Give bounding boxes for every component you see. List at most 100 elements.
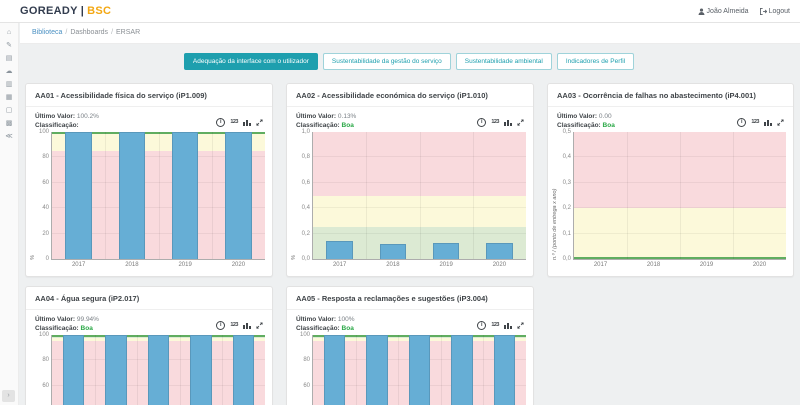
indicator-chart: 0,0 0,2 0,4 0,6 0,8 1,0 2017 2018 2019 2020% xyxy=(291,129,528,272)
values-icon[interactable]: 123 xyxy=(230,118,238,126)
classification-label: Classificação: xyxy=(35,325,79,332)
card-values: Último Valor: 0.00 Classificação: Boa xyxy=(557,112,615,130)
values-icon[interactable]: 123 xyxy=(230,321,238,329)
header-right: João Almeida Logout xyxy=(698,0,790,22)
tab-adequacao-interface[interactable]: Adequação da interface com o utilizador xyxy=(183,53,318,70)
classification-label: Classificação: xyxy=(296,325,340,332)
expand-icon[interactable] xyxy=(517,316,524,334)
values-icon[interactable]: 123 xyxy=(491,321,499,329)
breadcrumb: Biblioteca / Dashboards / ERSAR xyxy=(20,22,800,44)
tab-sustentabilidade-ambiental[interactable]: Sustentabilidade ambiental xyxy=(455,53,552,70)
card-meta: Último Valor: 0.13% Classificação: Boa i… xyxy=(287,107,533,131)
share-icon[interactable]: ≪ xyxy=(5,133,12,141)
card-values: Último Valor: 0.13% Classificação: Boa xyxy=(296,112,356,130)
home-icon[interactable]: ⌂ xyxy=(7,29,11,37)
breadcrumb-item-dashboards: Dashboards xyxy=(70,29,109,36)
mini-chart-icon[interactable] xyxy=(504,316,512,334)
logo-separator: | xyxy=(80,5,85,17)
indicator-card-aa01: AA01 - Acessibilidade física do serviço … xyxy=(25,83,273,277)
card-toolbar: i 123 xyxy=(477,112,524,131)
logout-button[interactable]: Logout xyxy=(759,7,790,15)
card-values: Último Valor: 100.2% Classificação: xyxy=(35,112,99,130)
grid-icon[interactable]: ▩ xyxy=(6,120,13,128)
classification-label: Classificação: xyxy=(557,122,601,129)
last-value-label: Último Valor: xyxy=(557,113,598,120)
app-logo: GOREADY | BSC xyxy=(20,0,111,22)
mini-chart-icon[interactable] xyxy=(764,113,772,131)
logout-icon xyxy=(759,7,767,15)
tab-indicadores-perfil[interactable]: Indicadores de Perfil xyxy=(556,53,635,70)
expand-icon[interactable] xyxy=(777,113,784,131)
calendar-icon[interactable]: ▦ xyxy=(6,94,13,102)
tab-bar: Adequação da interface com o utilizador … xyxy=(18,53,800,70)
card-toolbar: i 123 xyxy=(216,112,263,131)
indicator-chart: 0,0 0,1 0,2 0,3 0,4 0,5 2017 2018 2019 2020 n.º / … xyxy=(552,129,788,272)
classification-value: Boa xyxy=(341,325,354,332)
mini-chart-icon[interactable] xyxy=(504,113,512,131)
charts-icon[interactable]: ▥ xyxy=(6,81,13,89)
indicator-chart: 020406080100% xyxy=(30,332,267,405)
last-value: 100% xyxy=(337,316,355,323)
expand-icon[interactable] xyxy=(256,316,263,334)
cloud-icon[interactable]: ☁ xyxy=(6,68,13,76)
last-value: 99.94% xyxy=(76,316,99,323)
breadcrumb-link-biblioteca[interactable]: Biblioteca xyxy=(32,29,62,36)
expand-icon[interactable] xyxy=(256,113,263,131)
tab-sustentabilidade-gestao[interactable]: Sustentabilidade da gestão do serviço xyxy=(322,53,451,70)
breadcrumb-separator: / xyxy=(111,29,114,36)
info-icon[interactable]: i xyxy=(737,117,747,127)
card-meta: Último Valor: 0.00 Classificação: Boa i … xyxy=(548,107,793,131)
last-value-label: Último Valor: xyxy=(35,113,76,120)
mini-chart-icon[interactable] xyxy=(243,113,251,131)
indicator-card-aa03: AA03 - Ocorrência de falhas no abastecim… xyxy=(547,83,794,277)
card-title: AA05 - Resposta a reclamações e sugestõe… xyxy=(287,287,533,310)
sidebar-icon-list: ⌂ ✎ ▤ ☁ ▥ ▦ ▢ ▩ ≪ xyxy=(0,22,18,141)
sidebar-expand-button[interactable]: › xyxy=(2,390,15,402)
info-icon[interactable]: i xyxy=(216,320,226,330)
card-toolbar: i 123 xyxy=(216,315,263,334)
logout-label: Logout xyxy=(768,7,790,15)
classification-value: Boa xyxy=(602,122,615,129)
card-meta: Último Valor: 100.2% Classificação: i 12… xyxy=(26,107,272,131)
info-icon[interactable]: i xyxy=(216,117,226,127)
breadcrumb-item-ersar: ERSAR xyxy=(116,29,141,36)
classification-value: Boa xyxy=(341,122,354,129)
card-toolbar: i 123 xyxy=(737,112,784,131)
tools-icon[interactable]: ✎ xyxy=(6,42,12,50)
indicator-card-aa04: AA04 - Água segura (iP2.017) Último Valo… xyxy=(25,286,273,405)
info-icon[interactable]: i xyxy=(477,117,487,127)
breadcrumb-separator: / xyxy=(65,29,68,36)
icon-sidebar: ⌂ ✎ ▤ ☁ ▥ ▦ ▢ ▩ ≪ › xyxy=(0,22,19,405)
card-values: Último Valor: 99.94% Classificação: Boa xyxy=(35,315,99,333)
card-title: AA02 - Acessibilidade económica do servi… xyxy=(287,84,533,107)
last-value-label: Último Valor: xyxy=(296,113,337,120)
top-header: GOREADY | BSC João Almeida Logout xyxy=(0,0,800,23)
archive-icon[interactable]: ▢ xyxy=(6,107,13,115)
card-title: AA01 - Acessibilidade física do serviço … xyxy=(26,84,272,107)
expand-icon[interactable] xyxy=(517,113,524,131)
mini-chart-icon[interactable] xyxy=(243,316,251,334)
values-icon[interactable]: 123 xyxy=(491,118,499,126)
card-toolbar: i 123 xyxy=(477,315,524,334)
card-meta: Último Valor: 99.94% Classificação: Boa … xyxy=(26,310,272,334)
last-value: 0.00 xyxy=(598,113,612,120)
info-icon[interactable]: i xyxy=(477,320,487,330)
classification-value: Boa xyxy=(80,325,93,332)
documents-icon[interactable]: ▤ xyxy=(6,55,13,63)
logo-secondary: BSC xyxy=(87,5,112,17)
user-menu[interactable]: João Almeida xyxy=(698,8,749,15)
card-meta: Último Valor: 100% Classificação: Boa i … xyxy=(287,310,533,334)
dashboard-grid: AA01 - Acessibilidade física do serviço … xyxy=(18,83,800,405)
indicator-card-aa02: AA02 - Acessibilidade económica do servi… xyxy=(286,83,534,277)
last-value: 100.2% xyxy=(76,113,99,120)
card-title: AA03 - Ocorrência de falhas no abastecim… xyxy=(548,84,793,107)
indicator-chart: 0 20 40 60 80 100 2017 2018 2019 2020% xyxy=(30,129,267,272)
values-icon[interactable]: 123 xyxy=(751,118,759,126)
card-values: Último Valor: 100% Classificação: Boa xyxy=(296,315,355,333)
last-value: 0.13% xyxy=(337,113,357,120)
logo-primary: GOREADY xyxy=(20,5,78,17)
classification-label: Classificação: xyxy=(35,122,79,129)
main-content: Biblioteca / Dashboards / ERSAR Adequação da… xyxy=(18,22,800,405)
indicator-card-aa05: AA05 - Resposta a reclamações e sugestõe… xyxy=(286,286,534,405)
last-value-label: Último Valor: xyxy=(35,316,76,323)
